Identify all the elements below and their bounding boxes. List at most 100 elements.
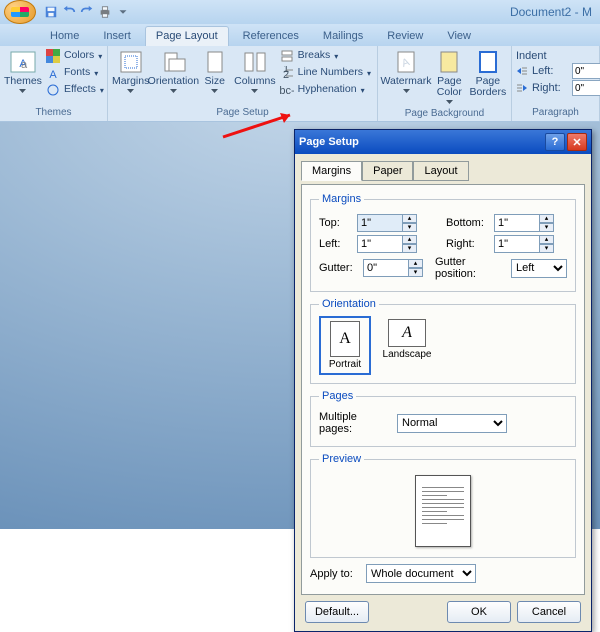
page-color-button[interactable]: Page Color [432, 48, 467, 106]
chevron-down-icon [170, 89, 177, 93]
dialog-titlebar[interactable]: Page Setup ? ✕ [295, 130, 591, 154]
size-icon [201, 50, 229, 74]
svg-text:A: A [49, 69, 57, 80]
tab-mailings[interactable]: Mailings [313, 27, 373, 46]
group-label: Paragraph [516, 105, 595, 121]
chevron-down-icon [127, 89, 134, 93]
gutter-position-select[interactable]: Left [511, 259, 567, 278]
tab-paper[interactable]: Paper [362, 161, 413, 181]
themes-button[interactable]: Aa Themes [4, 48, 42, 95]
tab-review[interactable]: Review [377, 27, 433, 46]
redo-icon[interactable] [80, 5, 94, 19]
ok-button[interactable]: OK [447, 601, 511, 623]
chevron-down-icon [403, 89, 410, 93]
indent-right-input[interactable] [572, 80, 600, 96]
tab-layout[interactable]: Layout [413, 161, 468, 181]
ribbon-tabs: Home Insert Page Layout References Maili… [0, 24, 600, 46]
group-label: Page Setup [112, 105, 373, 121]
tab-insert[interactable]: Insert [93, 27, 141, 46]
indent-heading: Indent [516, 50, 600, 62]
columns-button[interactable]: Columns [234, 48, 275, 95]
svg-text:bc-: bc- [280, 85, 294, 97]
page-borders-icon [474, 50, 502, 74]
spinner[interactable]: ▴▾ [403, 214, 417, 232]
close-button[interactable]: ✕ [567, 133, 587, 151]
orientation-button[interactable]: Orientation [151, 48, 195, 95]
tab-home[interactable]: Home [40, 27, 89, 46]
spinner[interactable]: ▴▾ [409, 259, 423, 277]
margin-top-input[interactable] [357, 214, 403, 232]
default-button[interactable]: Default... [305, 601, 369, 623]
chevron-down-icon [19, 89, 26, 93]
indent-right-icon [516, 82, 528, 94]
tab-page-layout[interactable]: Page Layout [145, 26, 229, 46]
margin-right-input[interactable] [494, 235, 540, 253]
save-icon[interactable] [44, 5, 58, 19]
hyphenation-button[interactable]: bc-Hyphenation▾ [278, 82, 373, 98]
watermark-button[interactable]: AWatermark [382, 48, 430, 95]
spinner[interactable]: ▴▾ [403, 235, 417, 253]
margins-fieldset: Margins Top:▴▾ Bottom:▴▾ Left:▴▾ Right:▴… [310, 193, 576, 292]
tab-margins[interactable]: Margins [301, 161, 362, 181]
spinner[interactable]: ▴▾ [540, 235, 554, 253]
indent-left-icon [516, 65, 528, 77]
orientation-landscape[interactable]: ALandscape [381, 316, 433, 375]
pages-fieldset: Pages Multiple pages:Normal [310, 390, 576, 447]
undo-icon[interactable] [62, 5, 76, 19]
breaks-icon [280, 49, 294, 63]
page-setup-dialog: Page Setup ? ✕ Margins Paper Layout Marg… [294, 129, 592, 632]
print-icon[interactable] [98, 5, 112, 19]
tab-view[interactable]: View [437, 27, 481, 46]
dialog-title: Page Setup [299, 136, 359, 148]
orientation-fieldset: Orientation APortrait ALandscape [310, 298, 576, 384]
margin-bottom-input[interactable] [494, 214, 540, 232]
svg-text:a: a [21, 59, 28, 71]
breaks-button[interactable]: Breaks▾ [278, 48, 373, 64]
preview-fieldset: Preview [310, 453, 576, 558]
ribbon: Aa Themes Colors▾ AFonts▾ Effects▾ Theme… [0, 46, 600, 122]
group-label: Page Background [382, 106, 507, 122]
preview-page [415, 475, 471, 547]
multiple-pages-select[interactable]: Normal [397, 414, 507, 433]
qat-dropdown-icon[interactable] [116, 5, 130, 19]
group-page-setup: Margins Orientation Size Columns Breaks▾… [108, 46, 378, 121]
themes-icon: Aa [9, 50, 37, 74]
dialog-tabs: Margins Paper Layout [301, 160, 585, 180]
group-label: Themes [4, 105, 103, 121]
theme-effects-button[interactable]: Effects▾ [44, 82, 106, 98]
margins-button[interactable]: Margins [112, 48, 149, 95]
colors-icon [46, 49, 60, 63]
fonts-icon: A [46, 66, 60, 80]
group-paragraph: Indent Left:▴▾ Right:▴▾ Spacing Before:▴… [512, 46, 600, 121]
hyphenation-icon: bc- [280, 83, 294, 97]
theme-fonts-button[interactable]: AFonts▾ [44, 65, 106, 81]
office-button[interactable] [4, 0, 36, 24]
line-numbers-icon: 12 [280, 66, 294, 80]
group-page-background: AWatermark Page Color Page Borders Page … [378, 46, 512, 121]
chevron-down-icon [211, 89, 218, 93]
columns-icon [241, 50, 269, 74]
size-button[interactable]: Size [197, 48, 232, 95]
document-title: Document2 - M [510, 5, 596, 19]
chevron-down-icon [251, 89, 258, 93]
indent-left-input[interactable] [572, 63, 600, 79]
page-color-icon [435, 50, 463, 74]
gutter-input[interactable] [363, 259, 409, 277]
page-borders-button[interactable]: Page Borders [469, 48, 507, 100]
margin-left-input[interactable] [357, 235, 403, 253]
apply-to-select[interactable]: Whole document [366, 564, 476, 583]
help-button[interactable]: ? [545, 133, 565, 151]
spinner[interactable]: ▴▾ [540, 214, 554, 232]
theme-colors-button[interactable]: Colors▾ [44, 48, 106, 64]
orientation-portrait[interactable]: APortrait [319, 316, 371, 375]
margins-icon [117, 50, 145, 74]
svg-text:2: 2 [283, 69, 289, 80]
tab-references[interactable]: References [233, 27, 309, 46]
line-numbers-button[interactable]: 12Line Numbers▾ [278, 65, 373, 81]
title-bar: Document2 - M [0, 0, 600, 24]
watermark-icon: A [392, 50, 420, 74]
cancel-button[interactable]: Cancel [517, 601, 581, 623]
chevron-down-icon [446, 100, 453, 104]
orientation-icon [159, 50, 187, 74]
group-themes: Aa Themes Colors▾ AFonts▾ Effects▾ Theme… [0, 46, 108, 121]
